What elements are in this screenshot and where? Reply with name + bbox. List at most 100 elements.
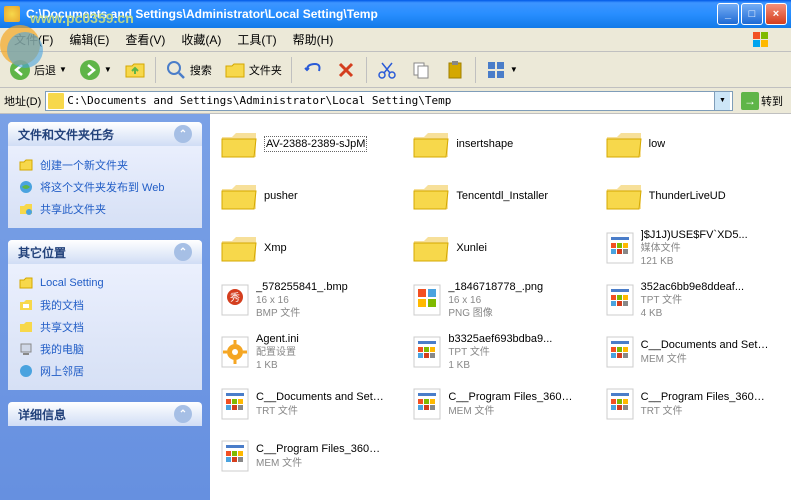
tasks-panel-header[interactable]: 文件和文件夹任务 ⌃ bbox=[8, 122, 202, 146]
file-item[interactable]: C__Documents and Settings_Adminis...MEM … bbox=[601, 328, 785, 376]
address-input[interactable] bbox=[67, 94, 714, 107]
menu-tools[interactable]: 工具(T) bbox=[229, 29, 284, 50]
file-name: _1846718778_.png bbox=[448, 280, 543, 294]
details-panel: 详细信息 ⌃ bbox=[8, 402, 202, 426]
folders-label: 文件夹 bbox=[249, 62, 282, 78]
place-label: 我的文档 bbox=[40, 297, 84, 313]
places-panel: 其它位置 ⌃ Local Setting 我的文档共享文档我的电脑网上邻居 bbox=[8, 240, 202, 390]
close-button[interactable]: × bbox=[765, 3, 787, 25]
file-size: PNG 图像 bbox=[448, 307, 543, 320]
dropdown-icon: ▼ bbox=[104, 65, 112, 74]
titlebar: C:\Documents and Settings\Administrator\… bbox=[0, 0, 791, 28]
folders-button[interactable]: 文件夹 bbox=[219, 55, 287, 85]
maximize-button[interactable]: □ bbox=[741, 3, 763, 25]
task-link[interactable]: 创建一个新文件夹 bbox=[18, 154, 192, 176]
file-item[interactable]: _1846718778_.png16 x 16PNG 图像 bbox=[408, 276, 592, 324]
file-item[interactable]: ThunderLiveUD bbox=[601, 172, 785, 220]
file-size: MEM 文件 bbox=[641, 353, 771, 366]
address-dropdown-icon[interactable]: ▼ bbox=[714, 92, 730, 110]
task-link[interactable]: 将这个文件夹发布到 Web bbox=[18, 176, 192, 198]
file-name: Xmp bbox=[264, 241, 287, 255]
file-item[interactable]: Xunlei bbox=[408, 224, 592, 272]
panel-title: 文件和文件夹任务 bbox=[18, 126, 114, 143]
file-item[interactable]: pusher bbox=[216, 172, 400, 220]
menu-file[interactable]: 文件(F) bbox=[6, 29, 61, 50]
folder-icon bbox=[218, 227, 260, 269]
file-name: C__Program Files_360_360Saf... bbox=[641, 390, 771, 404]
go-icon: → bbox=[741, 92, 759, 110]
file-meta: 16 x 16 bbox=[256, 294, 348, 307]
file-item[interactable]: C__Program Files_360_360Saf...MEM 文件 bbox=[216, 432, 400, 480]
file-item[interactable]: ]$J1J)USE$FV`XD5...媒体文件121 KB bbox=[601, 224, 785, 272]
media-icon bbox=[603, 231, 637, 265]
ini-icon bbox=[218, 335, 252, 369]
chevron-up-icon: ⌃ bbox=[174, 125, 192, 143]
menu-help[interactable]: 帮助(H) bbox=[285, 29, 342, 50]
undo-button[interactable] bbox=[296, 55, 328, 85]
task-link[interactable]: 共享此文件夹 bbox=[18, 198, 192, 220]
file-size: BMP 文件 bbox=[256, 307, 348, 320]
bmp-icon: 秀 bbox=[218, 283, 252, 317]
chevron-up-icon: ⌃ bbox=[174, 405, 192, 423]
menu-view[interactable]: 查看(V) bbox=[117, 29, 173, 50]
file-size: MEM 文件 bbox=[448, 405, 578, 418]
folder-icon bbox=[48, 93, 64, 109]
file-meta: TPT 文件 bbox=[448, 346, 552, 359]
menu-edit[interactable]: 编辑(E) bbox=[61, 29, 117, 50]
panel-title: 其它位置 bbox=[18, 244, 66, 261]
back-button[interactable]: 后退 ▼ bbox=[4, 55, 72, 85]
file-item[interactable]: 秀_578255841_.bmp16 x 16BMP 文件 bbox=[216, 276, 400, 324]
separator bbox=[291, 57, 292, 83]
go-button[interactable]: → 转到 bbox=[737, 91, 787, 111]
file-item[interactable]: C__Program Files_360_360Saf...TRT 文件 bbox=[601, 380, 785, 428]
file-item[interactable]: Tencentdl_Installer bbox=[408, 172, 592, 220]
task-label: 创建一个新文件夹 bbox=[40, 157, 128, 173]
file-item[interactable]: C__Documents and Settings_Adminis...TRT … bbox=[216, 380, 400, 428]
paste-button[interactable] bbox=[439, 55, 471, 85]
task-label: 共享此文件夹 bbox=[40, 201, 106, 217]
file-name: insertshape bbox=[456, 137, 513, 151]
cut-button[interactable] bbox=[371, 55, 403, 85]
separator bbox=[366, 57, 367, 83]
file-size: TRT 文件 bbox=[256, 405, 386, 418]
place-link[interactable]: Local Setting bbox=[18, 272, 192, 294]
separator bbox=[155, 57, 156, 83]
up-button[interactable] bbox=[119, 55, 151, 85]
file-size: 121 KB bbox=[641, 255, 748, 268]
delete-button[interactable] bbox=[330, 55, 362, 85]
task-icon bbox=[18, 179, 34, 195]
folders-icon bbox=[224, 59, 246, 81]
file-size: 1 KB bbox=[256, 359, 299, 372]
file-name: ThunderLiveUD bbox=[649, 189, 726, 203]
address-field[interactable]: ▼ bbox=[45, 91, 733, 111]
file-item[interactable]: low bbox=[601, 120, 785, 168]
copy-button[interactable] bbox=[405, 55, 437, 85]
place-link[interactable]: 我的电脑 bbox=[18, 338, 192, 360]
copy-icon bbox=[410, 59, 432, 81]
file-item[interactable]: Agent.ini配置设置1 KB bbox=[216, 328, 400, 376]
file-item[interactable]: C__Program Files_360_360Saf...MEM 文件 bbox=[408, 380, 592, 428]
trt-icon bbox=[218, 387, 252, 421]
file-item[interactable]: AV-2388-2389-sJpM bbox=[216, 120, 400, 168]
place-link[interactable]: 网上邻居 bbox=[18, 360, 192, 382]
tasks-panel: 文件和文件夹任务 ⌃ 创建一个新文件夹将这个文件夹发布到 Web 共享此文件夹 bbox=[8, 122, 202, 228]
file-item[interactable]: 352ac6bb9e8ddeaf...TPT 文件4 KB bbox=[601, 276, 785, 324]
minimize-button[interactable]: _ bbox=[717, 3, 739, 25]
place-link[interactable]: 我的文档 bbox=[18, 294, 192, 316]
windows-logo-icon bbox=[751, 30, 787, 50]
details-panel-header[interactable]: 详细信息 ⌃ bbox=[8, 402, 202, 426]
file-item[interactable]: Xmp bbox=[216, 224, 400, 272]
file-meta: 媒体文件 bbox=[641, 242, 748, 255]
file-size: 1 KB bbox=[448, 359, 552, 372]
forward-button[interactable]: ▼ bbox=[74, 55, 117, 85]
file-item[interactable]: b3325aef693bdba9...TPT 文件1 KB bbox=[408, 328, 592, 376]
file-item[interactable]: insertshape bbox=[408, 120, 592, 168]
views-button[interactable]: ▼ bbox=[480, 55, 523, 85]
menu-favorites[interactable]: 收藏(A) bbox=[173, 29, 229, 50]
go-label: 转到 bbox=[761, 93, 783, 109]
sidebar: 文件和文件夹任务 ⌃ 创建一个新文件夹将这个文件夹发布到 Web 共享此文件夹 其… bbox=[0, 114, 210, 500]
search-button[interactable]: 搜索 bbox=[160, 55, 217, 85]
menubar: 文件(F) 编辑(E) 查看(V) 收藏(A) 工具(T) 帮助(H) bbox=[0, 28, 791, 52]
place-link[interactable]: 共享文档 bbox=[18, 316, 192, 338]
places-panel-header[interactable]: 其它位置 ⌃ bbox=[8, 240, 202, 264]
